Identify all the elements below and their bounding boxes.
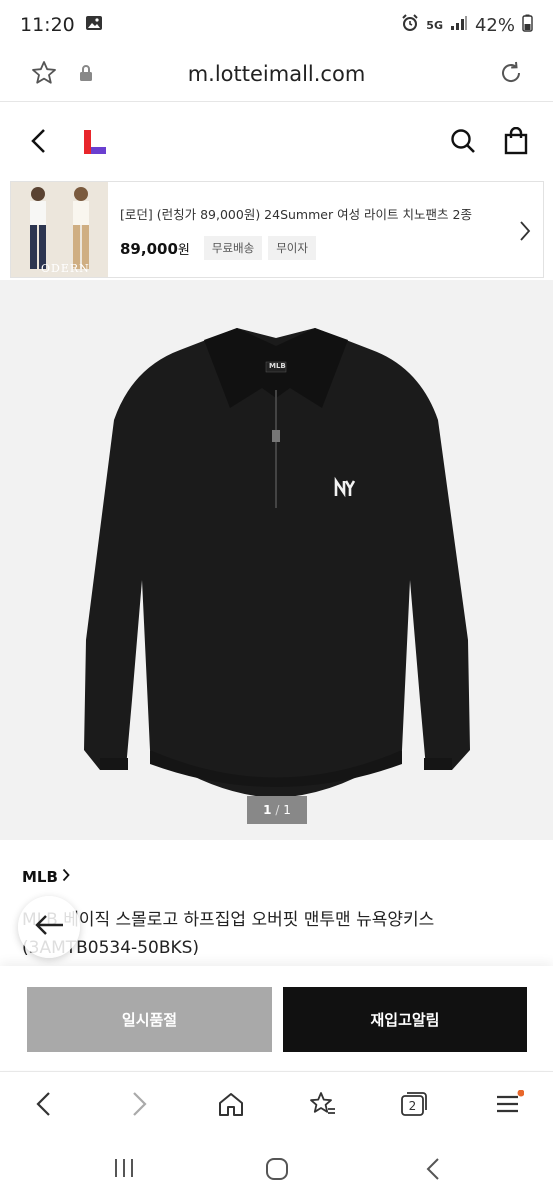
chevron-right-small-icon bbox=[62, 868, 70, 886]
battery-icon bbox=[522, 14, 533, 37]
menu-icon[interactable] bbox=[494, 1089, 525, 1122]
bookmarks-icon[interactable] bbox=[309, 1090, 337, 1122]
site-header bbox=[0, 102, 553, 178]
browser-bottom-nav: 2 bbox=[0, 1071, 553, 1137]
network-label: 5G bbox=[426, 18, 443, 32]
interest-free-tag: 무이자 bbox=[268, 236, 316, 260]
browser-url-bar[interactable]: m.lotteimall.com bbox=[0, 50, 553, 102]
browser-forward-icon[interactable] bbox=[129, 1090, 149, 1122]
chevron-right-icon bbox=[519, 220, 531, 246]
mlb-logo-small: MLB bbox=[269, 362, 286, 370]
recent-apps-icon[interactable] bbox=[112, 1157, 136, 1183]
brand-name: MLB bbox=[22, 868, 58, 886]
free-shipping-tag: 무료배송 bbox=[203, 236, 263, 260]
status-time: 11:20 bbox=[20, 14, 75, 36]
image-counter: 1 / 1 bbox=[247, 796, 307, 824]
home-button-icon[interactable] bbox=[265, 1157, 289, 1185]
signal-icon bbox=[450, 15, 468, 36]
floating-back-button[interactable] bbox=[18, 896, 80, 958]
ny-yankees-logo bbox=[332, 476, 358, 504]
lotte-logo[interactable] bbox=[82, 129, 108, 161]
tab-count: 2 bbox=[408, 1099, 417, 1113]
shopping-bag-icon[interactable] bbox=[503, 126, 529, 159]
promo-thumb-text: ODERN bbox=[41, 262, 90, 275]
alarm-icon bbox=[401, 13, 419, 37]
promo-price: 89,000원 bbox=[120, 239, 190, 258]
restock-alert-button[interactable]: 재입고알림 bbox=[283, 987, 527, 1052]
reload-icon[interactable] bbox=[497, 59, 525, 91]
product-name: MLB 베이직 스몰로고 하프집업 오버핏 맨투맨 뉴욕양키스 (3AMTB05… bbox=[22, 910, 435, 958]
browser-back-icon[interactable] bbox=[34, 1090, 54, 1122]
arrow-left-icon bbox=[33, 913, 65, 941]
url-text[interactable]: m.lotteimall.com bbox=[0, 62, 553, 86]
promo-banner[interactable]: ODERN [로던] (런칭가 89,000원) 24Summer 여성 라이트… bbox=[10, 181, 544, 278]
search-icon[interactable] bbox=[449, 127, 477, 159]
promo-thumbnail: ODERN bbox=[11, 182, 108, 277]
purchase-action-bar: 일시품절 재입고알림 bbox=[0, 966, 553, 1070]
back-arrow-icon[interactable] bbox=[28, 127, 50, 159]
product-image[interactable]: MLB bbox=[0, 280, 553, 840]
tabs-icon[interactable]: 2 bbox=[399, 1090, 429, 1122]
home-icon[interactable] bbox=[217, 1090, 245, 1122]
android-nav-bar bbox=[0, 1137, 553, 1200]
brand-link[interactable]: MLB bbox=[22, 868, 70, 886]
status-bar: 11:20 5G 42% bbox=[0, 0, 553, 50]
system-back-icon[interactable] bbox=[424, 1157, 442, 1185]
soldout-button[interactable]: 일시품절 bbox=[27, 987, 272, 1052]
battery-percent: 42% bbox=[474, 14, 515, 36]
promo-title: [로던] (런칭가 89,000원) 24Summer 여성 라이트 치노팬츠 … bbox=[120, 207, 472, 222]
gallery-notification-icon bbox=[85, 14, 103, 36]
